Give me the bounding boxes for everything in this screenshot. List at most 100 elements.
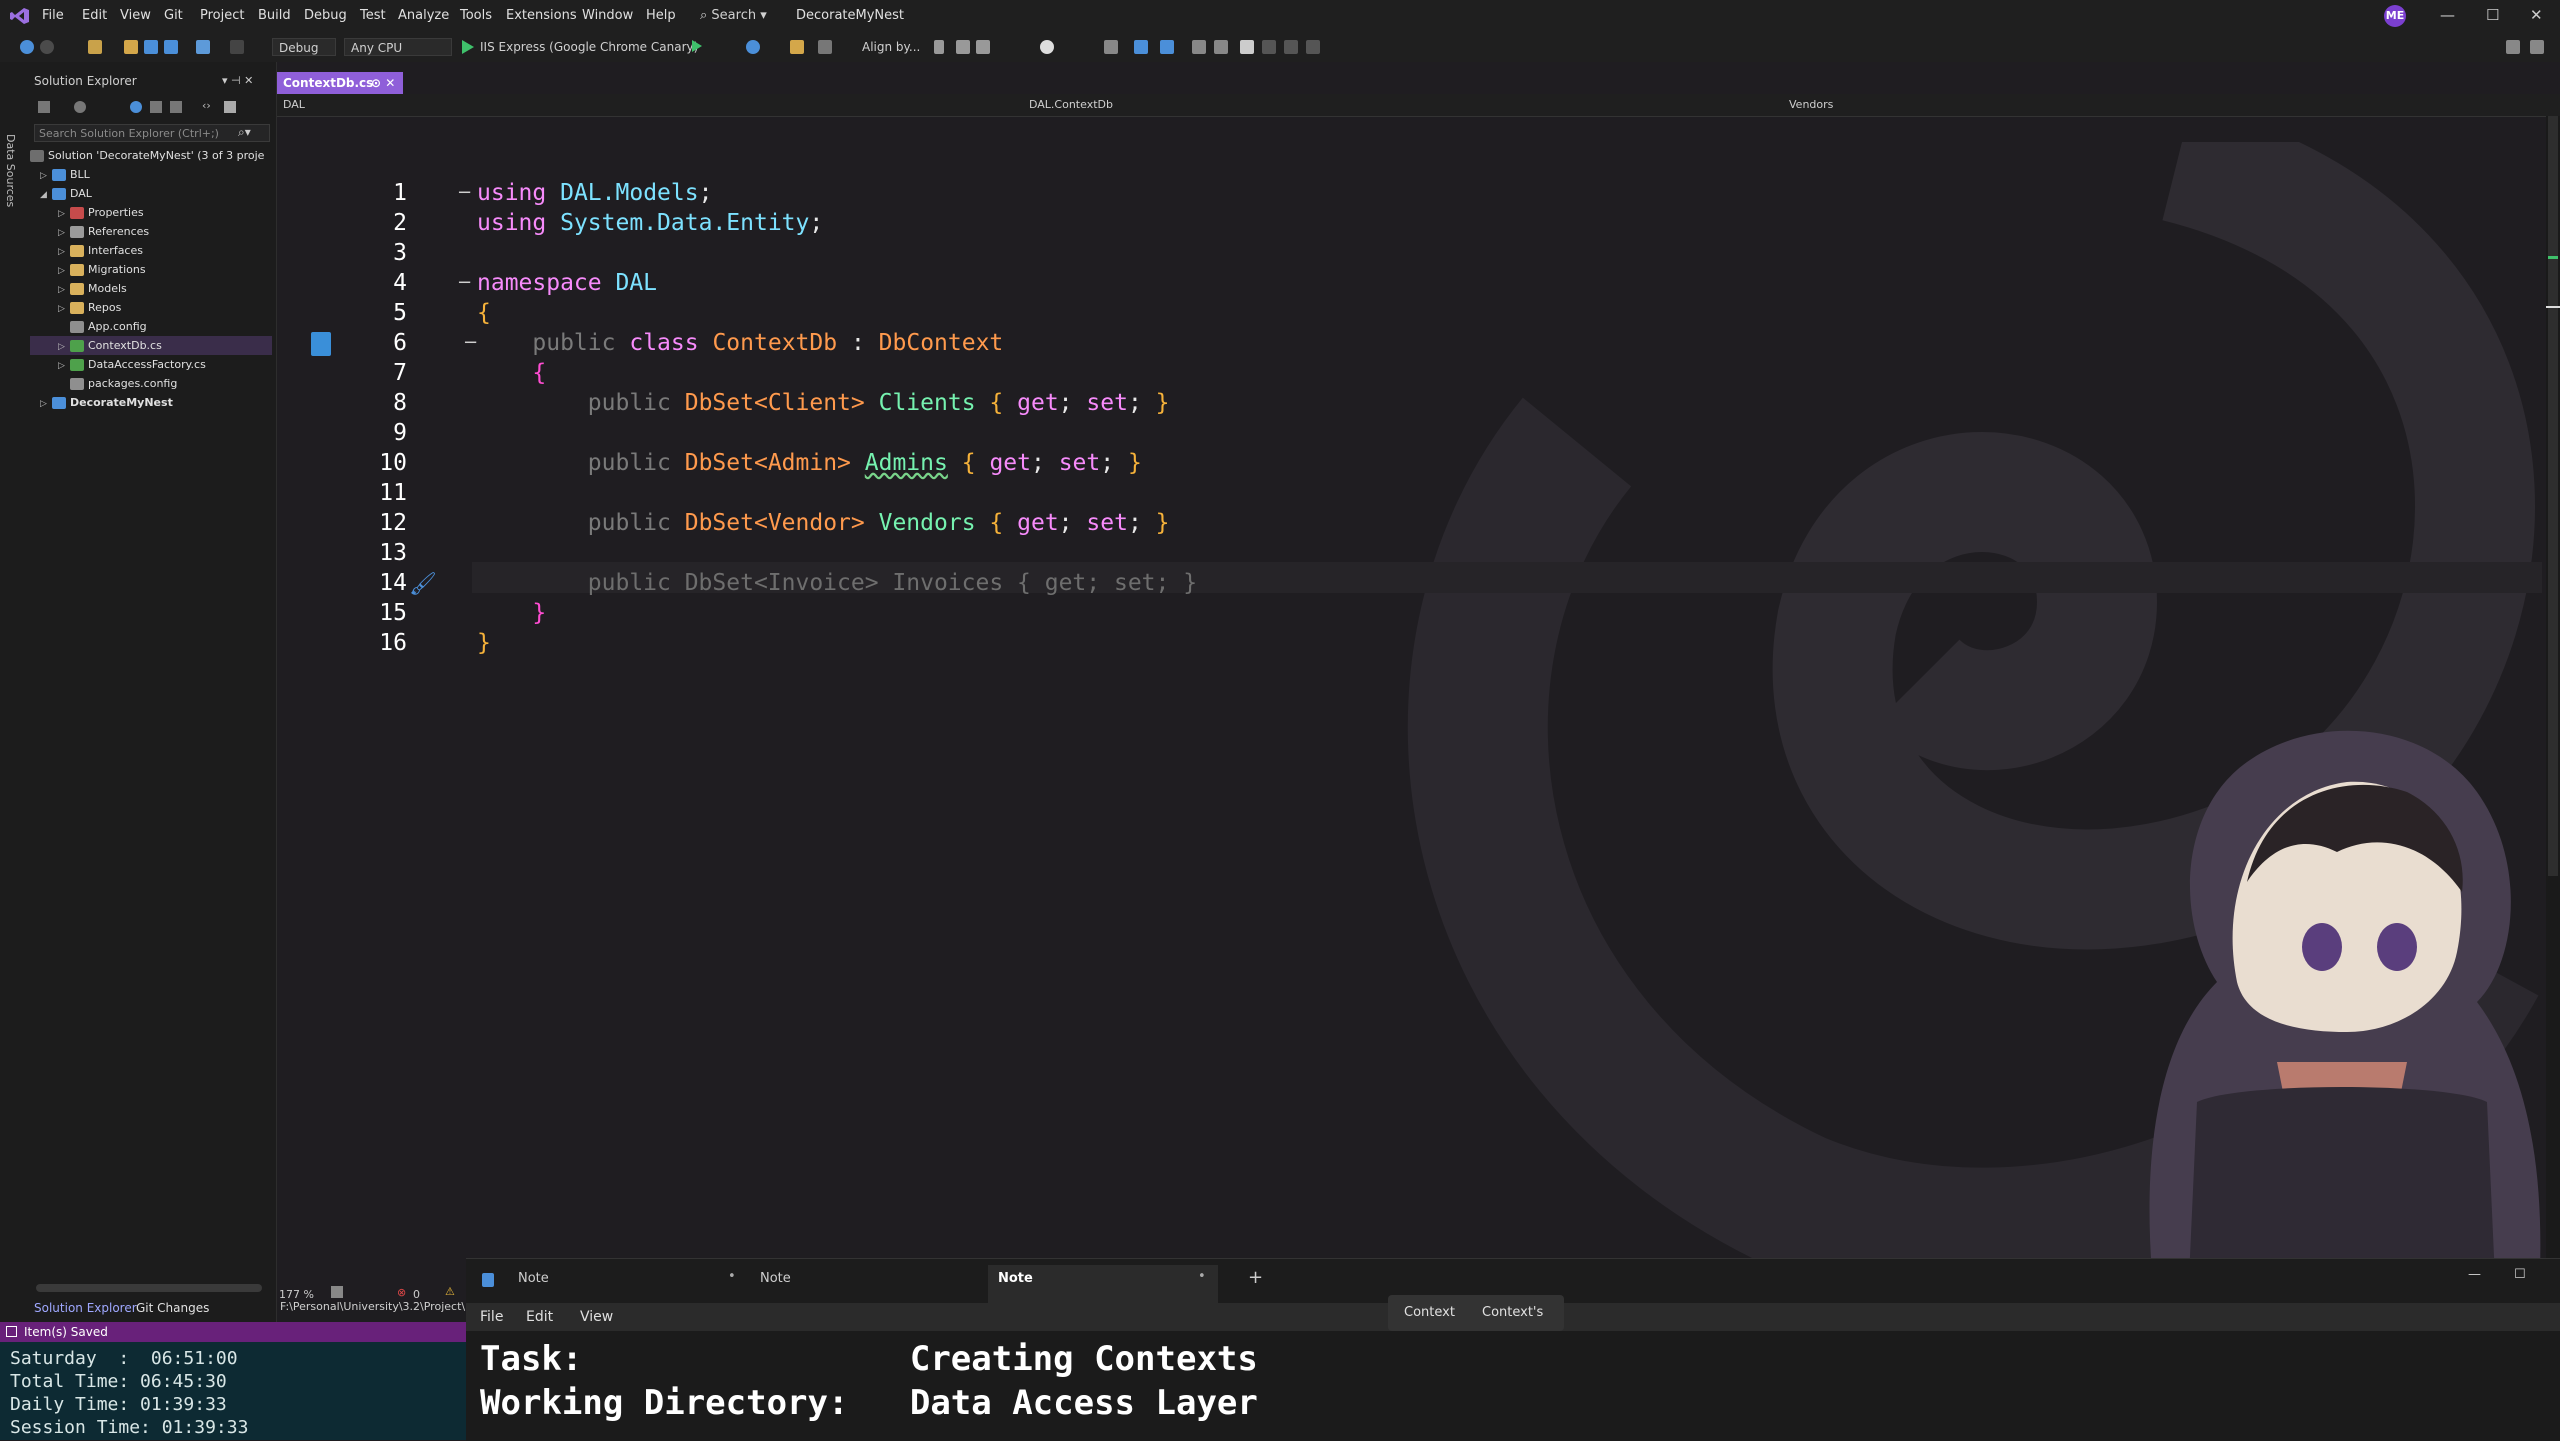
codelens-icon[interactable]	[311, 332, 331, 356]
collapse-icon[interactable]: −	[457, 182, 472, 203]
solution-search-input[interactable]: Search Solution Explorer (Ctrl+;)	[34, 124, 270, 142]
indent-icon[interactable]	[1134, 40, 1148, 54]
align-left-icon[interactable]	[934, 40, 944, 54]
comment-icon[interactable]	[1192, 40, 1206, 54]
collapse-icon[interactable]: −	[463, 332, 478, 353]
tab-solution-explorer[interactable]: Solution Explorer	[34, 1301, 137, 1315]
close-icon[interactable]: ✕	[2530, 6, 2543, 24]
save-all-icon[interactable]	[164, 40, 178, 54]
horizontal-scrollbar[interactable]	[36, 1284, 262, 1292]
maximize-icon[interactable]: ☐	[2514, 1267, 2526, 1282]
quick-actions-icon[interactable]: 🖌	[409, 572, 437, 597]
suggestion-contexts[interactable]: Context's	[1482, 1305, 1543, 1320]
redo-icon[interactable]	[230, 40, 244, 54]
new-tab-icon[interactable]: +	[1248, 1267, 1263, 1288]
uncomment-icon[interactable]	[1214, 40, 1228, 54]
expand-arrow-icon[interactable]: ▷	[40, 395, 52, 414]
run-target-button[interactable]: IIS Express (Google Chrome Canary)	[480, 40, 698, 54]
notepad-active-tab[interactable]: Note •	[988, 1265, 1218, 1303]
tree-item-models[interactable]: ▷ Models	[58, 279, 127, 298]
health-icon[interactable]	[331, 1286, 343, 1298]
format-icon[interactable]	[1104, 40, 1118, 54]
properties-icon[interactable]	[224, 101, 236, 113]
scrollbar-thumb[interactable]	[2548, 116, 2558, 876]
tab-contextdb[interactable]: ContextDb.cs ⊙ ✕	[277, 72, 404, 94]
minimize-icon[interactable]: —	[2440, 6, 2455, 24]
next-bookmark-icon[interactable]	[1284, 40, 1298, 54]
notepad-tab-1[interactable]: Note	[518, 1271, 549, 1286]
live-share-icon[interactable]	[2506, 40, 2520, 54]
tree-item-references[interactable]: ▷ References	[58, 222, 149, 241]
tree-item-packages-config[interactable]: packages.config	[70, 374, 177, 393]
collapse-icon[interactable]: −	[457, 272, 472, 293]
back-icon[interactable]	[20, 40, 34, 54]
collapse-arrow-icon[interactable]: ◢	[40, 186, 52, 205]
menu-view[interactable]: View	[120, 8, 151, 23]
feedback-icon[interactable]	[2530, 40, 2544, 54]
platform-dropdown[interactable]: Any CPU	[344, 38, 452, 56]
expand-arrow-icon[interactable]: ▷	[58, 300, 70, 319]
menu-file[interactable]: File	[42, 8, 64, 23]
project-dropdown[interactable]: DAL	[283, 98, 305, 111]
menu-window[interactable]: Window	[582, 8, 633, 23]
tree-item-solution[interactable]: Solution 'DecorateMyNest' (3 of 3 proje	[30, 146, 264, 165]
tree-item-app-config[interactable]: App.config	[70, 317, 147, 336]
menu-debug[interactable]: Debug	[304, 8, 347, 23]
home-icon[interactable]	[38, 101, 50, 113]
error-icon[interactable]: ⊗	[397, 1286, 406, 1299]
breakpoint-icon[interactable]	[1040, 40, 1054, 54]
menu-test[interactable]: Test	[360, 8, 386, 23]
data-sources-tab[interactable]: Data Sources	[4, 134, 17, 207]
menu-help[interactable]: Help	[646, 8, 676, 23]
notepad-text-area[interactable]: Task: Creating Contexts Working Director…	[466, 1331, 2560, 1441]
save-icon[interactable]	[144, 40, 158, 54]
tree-item-interfaces[interactable]: ▷ Interfaces	[58, 241, 143, 260]
search-icon[interactable]: ⌕▾	[238, 125, 251, 140]
tree-item-repos[interactable]: ▷ Repos	[58, 298, 121, 317]
new-project-icon[interactable]	[88, 40, 102, 54]
collapse-all-icon[interactable]	[150, 101, 162, 113]
tree-item-dal[interactable]: ◢ DAL	[40, 184, 92, 203]
notepad-menu-edit[interactable]: Edit	[526, 1309, 553, 1325]
class-dropdown[interactable]: DAL.ContextDb	[1029, 98, 1113, 111]
bookmark-icon[interactable]	[1240, 40, 1254, 54]
unsaved-dot-icon[interactable]: •	[1198, 1269, 1206, 1284]
tab-git-changes[interactable]: Git Changes	[136, 1301, 209, 1315]
menu-git[interactable]: Git	[164, 8, 183, 23]
configuration-dropdown[interactable]: Debug	[272, 38, 336, 56]
notepad-menu-file[interactable]: File	[480, 1309, 503, 1325]
search-button[interactable]: ⌕ Search ▾	[700, 8, 767, 23]
tree-item-properties[interactable]: ▷ Properties	[58, 203, 144, 222]
menu-build[interactable]: Build	[258, 8, 291, 23]
forward-icon[interactable]	[40, 40, 54, 54]
menu-extensions[interactable]: Extensions	[506, 8, 577, 23]
tree-item-migrations[interactable]: ▷ Migrations	[58, 260, 146, 279]
layout-icon[interactable]	[818, 40, 832, 54]
warning-icon[interactable]: ⚠	[445, 1285, 455, 1298]
open-folder-icon[interactable]	[124, 40, 138, 54]
menu-tools[interactable]: Tools	[460, 8, 492, 23]
minimize-icon[interactable]: —	[2468, 1267, 2481, 1282]
tree-item-data-access-factory[interactable]: ▷ DataAccessFactory.cs	[58, 355, 206, 374]
code-view-icon[interactable]: ‹›	[202, 99, 211, 112]
start-without-debugging-icon[interactable]	[692, 40, 702, 52]
tree-item-decoratemynest[interactable]: ▷ DecorateMyNest	[40, 393, 173, 412]
menu-edit[interactable]: Edit	[82, 8, 107, 23]
run-icon[interactable]	[462, 40, 474, 54]
tree-item-contextdb[interactable]: ▷ ContextDb.cs	[30, 336, 272, 355]
align-button[interactable]: Align by...	[862, 40, 920, 54]
align-right-icon[interactable]	[976, 40, 990, 54]
panel-options-icon[interactable]: ▾ ⊣ ✕	[222, 74, 253, 87]
refresh-icon[interactable]	[746, 40, 760, 54]
menu-analyze[interactable]: Analyze	[398, 8, 449, 23]
close-tab-icon[interactable]: ⊙ ✕	[371, 72, 395, 94]
maximize-icon[interactable]: ☐	[2486, 6, 2499, 24]
avatar[interactable]: ME	[2384, 5, 2406, 27]
notepad-menu-view[interactable]: View	[580, 1309, 613, 1325]
show-all-files-icon[interactable]	[170, 101, 182, 113]
menu-project[interactable]: Project	[200, 8, 244, 23]
align-center-icon[interactable]	[956, 40, 970, 54]
undo-icon[interactable]	[196, 40, 210, 54]
clear-bookmarks-icon[interactable]	[1306, 40, 1320, 54]
prev-bookmark-icon[interactable]	[1262, 40, 1276, 54]
